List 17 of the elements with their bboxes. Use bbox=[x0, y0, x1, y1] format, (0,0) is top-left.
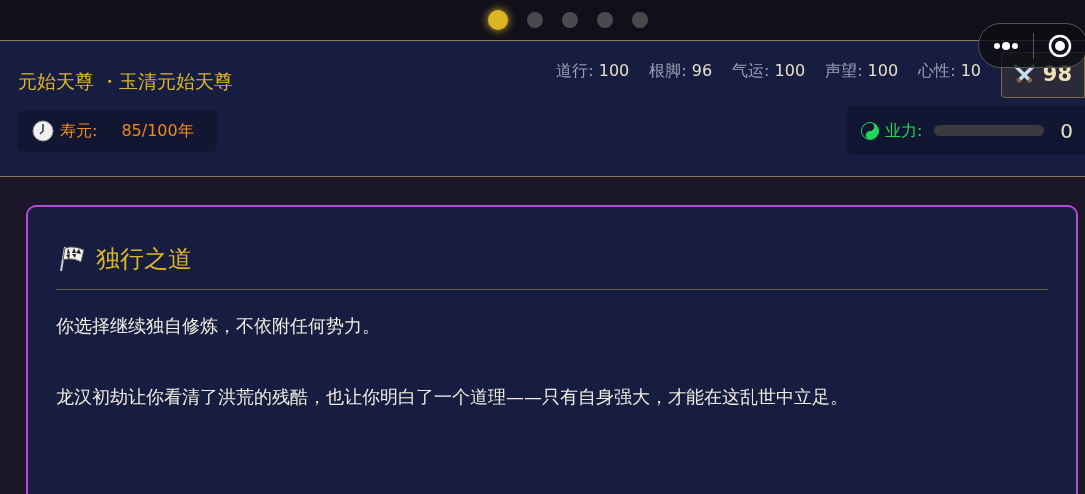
stat-text: 声望: 100 bbox=[825, 60, 899, 82]
story-paragraph: 龙汉初劫让你看清了洪荒的残酷，也让你明白了一个道理——只有自身强大，才能在这乱世中立足。 bbox=[56, 385, 849, 409]
target-icon bbox=[1048, 33, 1073, 58]
story-paragraph: 你选择继续独自修炼，不依附任何势力。 bbox=[56, 314, 381, 338]
yin-yang-icon bbox=[861, 121, 879, 140]
stat-text: 心性: 10 bbox=[918, 60, 981, 82]
karma-value: 0 bbox=[1060, 117, 1073, 145]
card-title: 独行之道 bbox=[96, 244, 192, 275]
lifespan-value: 85/100年 bbox=[121, 119, 194, 142]
karma-label: 业力: bbox=[885, 119, 923, 142]
stat-text: 根脚: 96 bbox=[649, 60, 713, 82]
character-title: 元始天尊 ・玉清元始天尊 bbox=[18, 69, 234, 94]
stat-text: 道行: 100 bbox=[556, 60, 630, 82]
stat-text: 气运: 100 bbox=[732, 60, 806, 82]
more-icon bbox=[992, 41, 1019, 50]
lifespan-label: 寿元: bbox=[60, 119, 98, 142]
clock-icon bbox=[32, 119, 54, 142]
